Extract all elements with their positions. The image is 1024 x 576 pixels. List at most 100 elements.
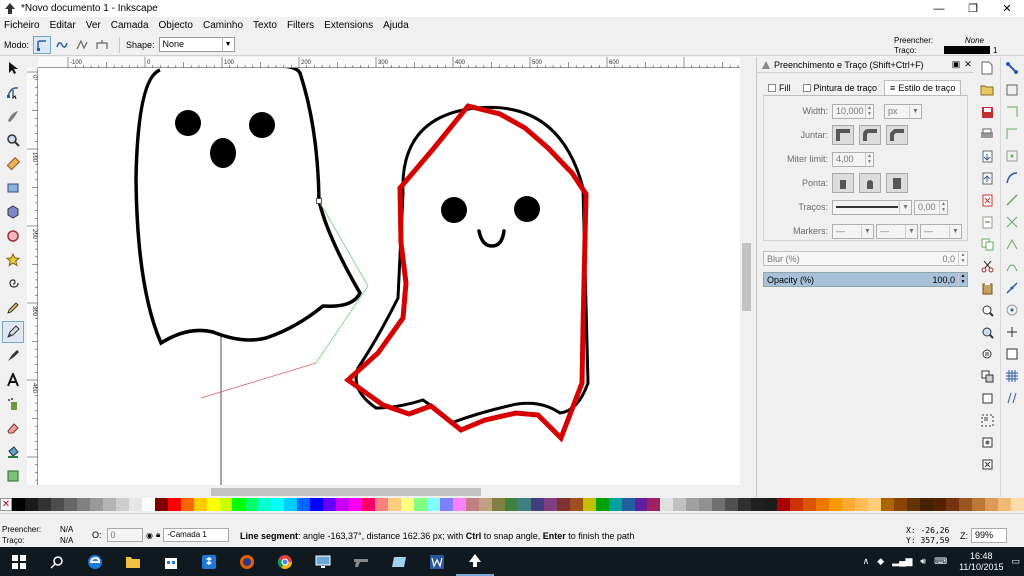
opacity-spinbox[interactable]: 0: [106, 528, 143, 542]
palette-swatch[interactable]: [465, 498, 479, 511]
selector-tool[interactable]: [2, 57, 24, 79]
paraxial-mode-button[interactable]: [93, 36, 111, 54]
palette-swatch[interactable]: [751, 498, 765, 511]
opacity-slider[interactable]: Opacity (%) 100,0 ▲ ▼: [763, 272, 968, 287]
word-button[interactable]: [418, 547, 456, 576]
width-spinbox[interactable]: 10,000 ▲ ▼: [832, 103, 874, 119]
dialog-iconify-button[interactable]: ▣: [950, 59, 962, 70]
snap-intersections-button[interactable]: [1003, 213, 1021, 231]
import-button[interactable]: [978, 147, 996, 165]
vertical-scroll-thumb[interactable]: [742, 243, 751, 311]
palette-swatch[interactable]: [686, 498, 700, 511]
layer-visibility-icon[interactable]: ◉: [146, 531, 153, 540]
dash-offset-spinbox[interactable]: 0,00 ▲ ▼: [914, 199, 948, 215]
palette-swatch[interactable]: [880, 498, 894, 511]
zoom-page-button[interactable]: [978, 345, 996, 363]
snap-grid-button[interactable]: [1003, 367, 1021, 385]
selected-style-indicator[interactable]: Preencher: N/A Traço: N/A: [2, 524, 73, 546]
horizontal-scrollbar[interactable]: [38, 486, 740, 498]
redo-button[interactable]: [978, 213, 996, 231]
palette-swatch[interactable]: [517, 498, 531, 511]
palette-swatch[interactable]: [349, 498, 363, 511]
palette-swatch[interactable]: [478, 498, 492, 511]
dialog-close-button[interactable]: ✕: [962, 59, 974, 70]
start-marker-select[interactable]: — ▼: [832, 223, 874, 239]
zoom-drawing-button[interactable]: [978, 323, 996, 341]
new-document-button[interactable]: [978, 59, 996, 77]
remote-desktop-button[interactable]: [304, 547, 342, 576]
menu-ver[interactable]: Ver: [86, 20, 101, 31]
palette-swatch[interactable]: [245, 498, 259, 511]
paste-button[interactable]: [978, 279, 996, 297]
palette-swatch[interactable]: [608, 498, 622, 511]
file-explorer-button[interactable]: [114, 547, 152, 576]
palette-swatch[interactable]: [777, 498, 791, 511]
no-paint-swatch[interactable]: ✕: [0, 498, 12, 511]
snap-bbox-midpoint-button[interactable]: [1003, 147, 1021, 165]
undo-button[interactable]: [978, 191, 996, 209]
palette-swatch[interactable]: [141, 498, 155, 511]
snap-paths-button[interactable]: [1003, 191, 1021, 209]
butt-cap-button[interactable]: [832, 173, 854, 193]
bezier-pen-tool[interactable]: [2, 321, 24, 343]
palette-swatch[interactable]: [193, 498, 207, 511]
left-ghost[interactable]: [134, 68, 362, 346]
left-ghost-outline[interactable]: [134, 68, 362, 346]
ungroup-button[interactable]: [978, 433, 996, 451]
bevel-join-button[interactable]: [886, 125, 908, 145]
zoom-tool[interactable]: [2, 129, 24, 151]
palette-swatch[interactable]: [336, 498, 350, 511]
zoom-spinbox[interactable]: 99%: [971, 528, 1007, 543]
paint-bucket-tool[interactable]: [2, 441, 24, 463]
palette-swatch[interactable]: [634, 498, 648, 511]
vertical-ruler[interactable]: 0 100 200 300 400: [27, 68, 38, 485]
snap-bbox-button[interactable]: [1003, 81, 1021, 99]
copy-button[interactable]: [978, 235, 996, 253]
palette-swatch[interactable]: [414, 498, 427, 511]
print-button[interactable]: [978, 125, 996, 143]
palette-swatch[interactable]: [699, 498, 713, 511]
miter-join-button[interactable]: [832, 125, 854, 145]
palette-swatch[interactable]: [621, 498, 635, 511]
node-tool[interactable]: [2, 81, 24, 103]
calligraphy-tool[interactable]: [2, 345, 24, 367]
mid-marker-select[interactable]: — ▼: [876, 223, 918, 239]
palette-swatch[interactable]: [271, 498, 285, 511]
right-ghost[interactable]: [344, 103, 590, 443]
search-button[interactable]: [38, 547, 76, 576]
palette-swatch[interactable]: [323, 498, 337, 511]
palette-swatch[interactable]: [63, 498, 77, 511]
network-icon[interactable]: ▂▄▆: [892, 556, 912, 567]
palette-swatch[interactable]: [971, 498, 985, 511]
snap-toggle-button[interactable]: [1003, 59, 1021, 77]
palette-swatch[interactable]: [790, 498, 804, 511]
palette-swatch[interactable]: [154, 498, 168, 511]
palette-swatch[interactable]: [180, 498, 194, 511]
palette-swatch[interactable]: [582, 498, 596, 511]
palette-swatch[interactable]: [297, 498, 311, 511]
menu-objecto[interactable]: Objecto: [159, 20, 193, 31]
rectangle-tool[interactable]: [2, 177, 24, 199]
snap-bbox-corner-button[interactable]: [1003, 125, 1021, 143]
round-cap-button[interactable]: [859, 173, 881, 193]
path-node-handle[interactable]: [316, 198, 322, 204]
dash-pattern-select[interactable]: ▼: [832, 199, 912, 215]
dropbox-tray-icon[interactable]: ◆: [877, 556, 884, 567]
align-button[interactable]: [978, 455, 996, 473]
snap-midpoints-button[interactable]: [1003, 279, 1021, 297]
miter-limit-spinbox[interactable]: 4,00 ▲ ▼: [832, 151, 874, 167]
menu-caminho[interactable]: Caminho: [203, 20, 243, 31]
palette-swatch[interactable]: [206, 498, 220, 511]
dropbox-button[interactable]: [190, 547, 228, 576]
palette-swatch[interactable]: [854, 498, 868, 511]
open-button[interactable]: [978, 81, 996, 99]
game-app-button[interactable]: [342, 547, 380, 576]
palette-swatch[interactable]: [997, 498, 1011, 511]
palette-swatch[interactable]: [76, 498, 90, 511]
palette-swatch[interactable]: [543, 498, 557, 511]
palette-swatch[interactable]: [232, 498, 246, 511]
clock[interactable]: 16:48 11/10/2015: [959, 551, 1003, 573]
palette-swatch[interactable]: [504, 498, 518, 511]
palette-swatch[interactable]: [12, 498, 25, 511]
snap-centers-button[interactable]: [1003, 301, 1021, 319]
